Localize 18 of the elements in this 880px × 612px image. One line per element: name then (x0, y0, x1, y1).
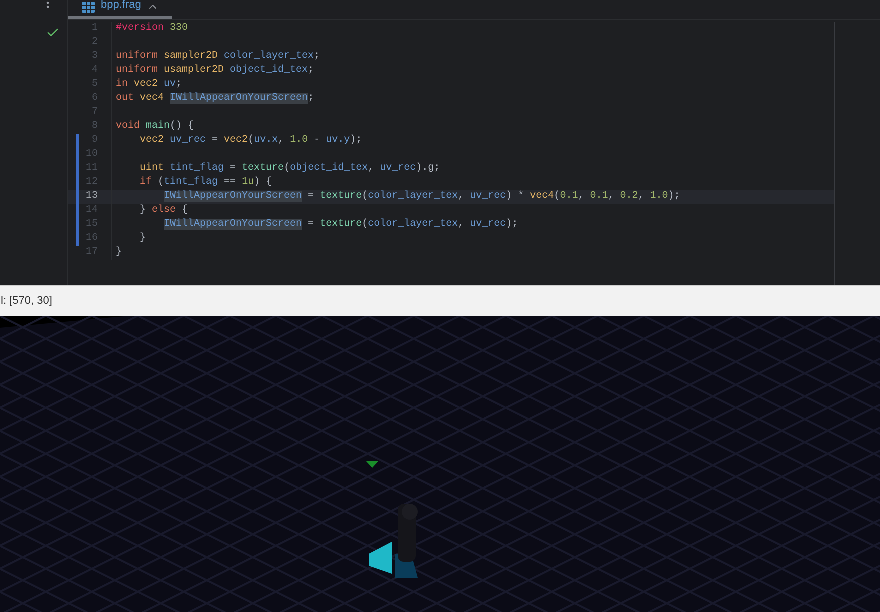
status-bar: l: [570, 30] (0, 285, 880, 316)
code-text: } else { (139, 204, 188, 218)
code-text: uniform usampler2D object_id_tex; (116, 64, 314, 78)
code-text: #version 330 (116, 22, 188, 36)
code-text: IWillAppearOnYourScreen = texture(color_layer_tex, uv_rec); (163, 218, 518, 232)
code-text: uint tint_flag = texture(object_id_tex, uv_rec).g; (139, 162, 440, 176)
code-text: vec2 uv_rec = vec2(uv.x, 1.0 - uv.y); (139, 134, 362, 148)
code-text: } (139, 232, 146, 246)
code-text: } (116, 246, 122, 260)
code-text: IWillAppearOnYourScreen = texture(color_layer_tex, uv_rec) * vec4(0.1, 0.1, 0.2, 1.0); (163, 190, 680, 204)
line-number: 13 (84, 190, 98, 204)
code-text: void main() { (116, 120, 194, 134)
code-text: in vec2 uv; (116, 78, 182, 92)
code-text: if (tint_flag == 1u) { (139, 176, 272, 190)
marker-icon (366, 461, 379, 468)
file-tab[interactable]: bpp.frag (68, 0, 172, 19)
code-text: uniform sampler2D color_layer_tex; (116, 50, 320, 64)
code-text: out vec4 IWillAppearOnYourScreen; (116, 92, 314, 106)
